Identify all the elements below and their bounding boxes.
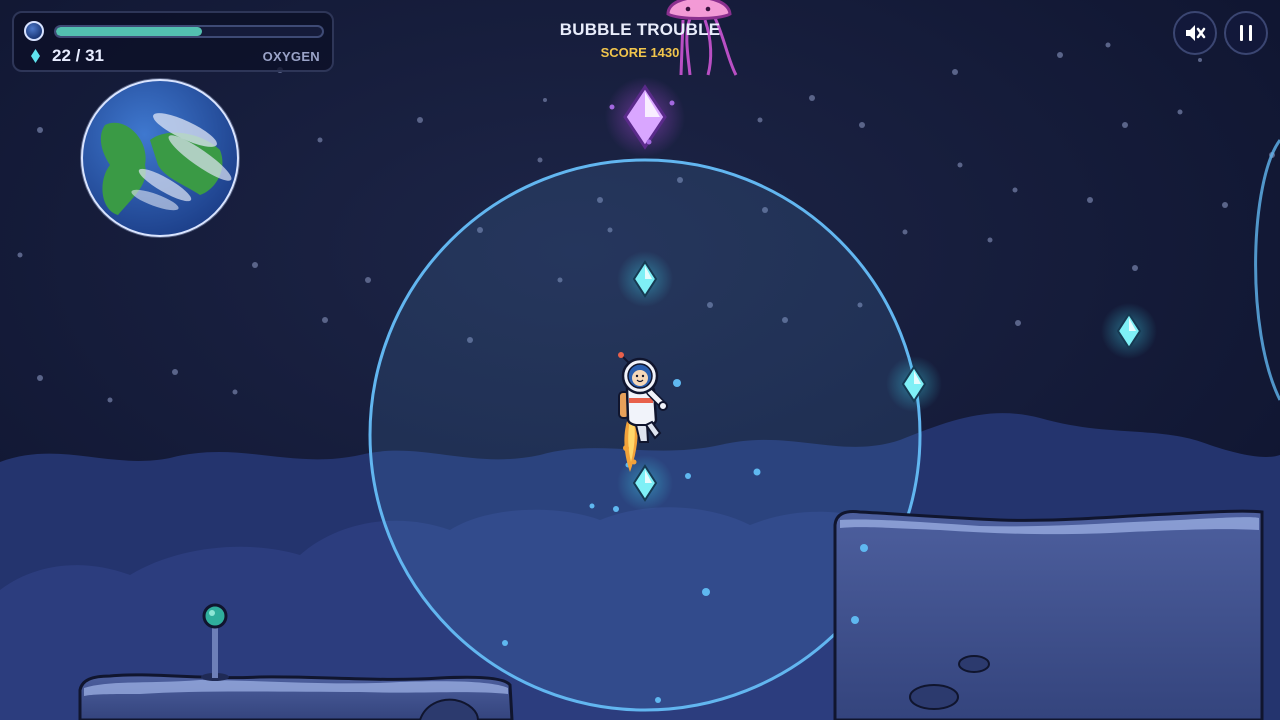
pause-button[interactable]: [1224, 11, 1268, 55]
mute-icon: [1186, 25, 1206, 41]
mute-button[interactable]: [1173, 11, 1217, 55]
gem-pickup-1: [617, 251, 673, 307]
game-scene: [0, 0, 1280, 720]
earth-planet: [80, 78, 240, 238]
gem-pickup-3: [886, 356, 942, 412]
left-moon-platform: [78, 673, 514, 720]
pause-icon: [1240, 25, 1252, 41]
right-moon-platform: [833, 509, 1264, 720]
gem-pickup-2: [617, 455, 673, 511]
gem-pickup-4: [1101, 303, 1157, 359]
level-title: BUBBLE TROUBLE: [559, 20, 721, 39]
score-display: SCORE 1430: [600, 45, 680, 60]
purple-crystal-pickup: [605, 77, 685, 157]
